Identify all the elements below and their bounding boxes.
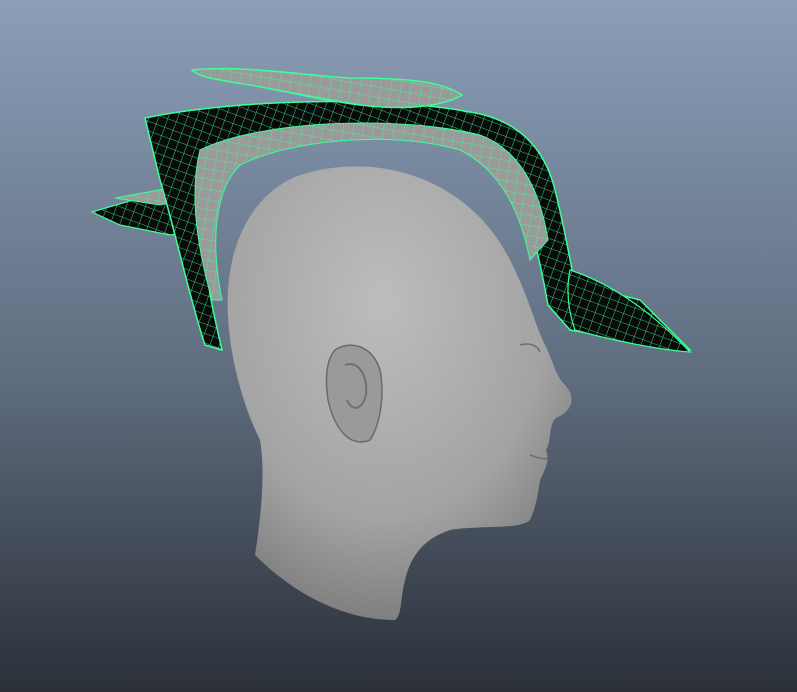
3d-viewport[interactable] bbox=[0, 0, 797, 692]
viewport-canvas[interactable] bbox=[0, 0, 797, 692]
